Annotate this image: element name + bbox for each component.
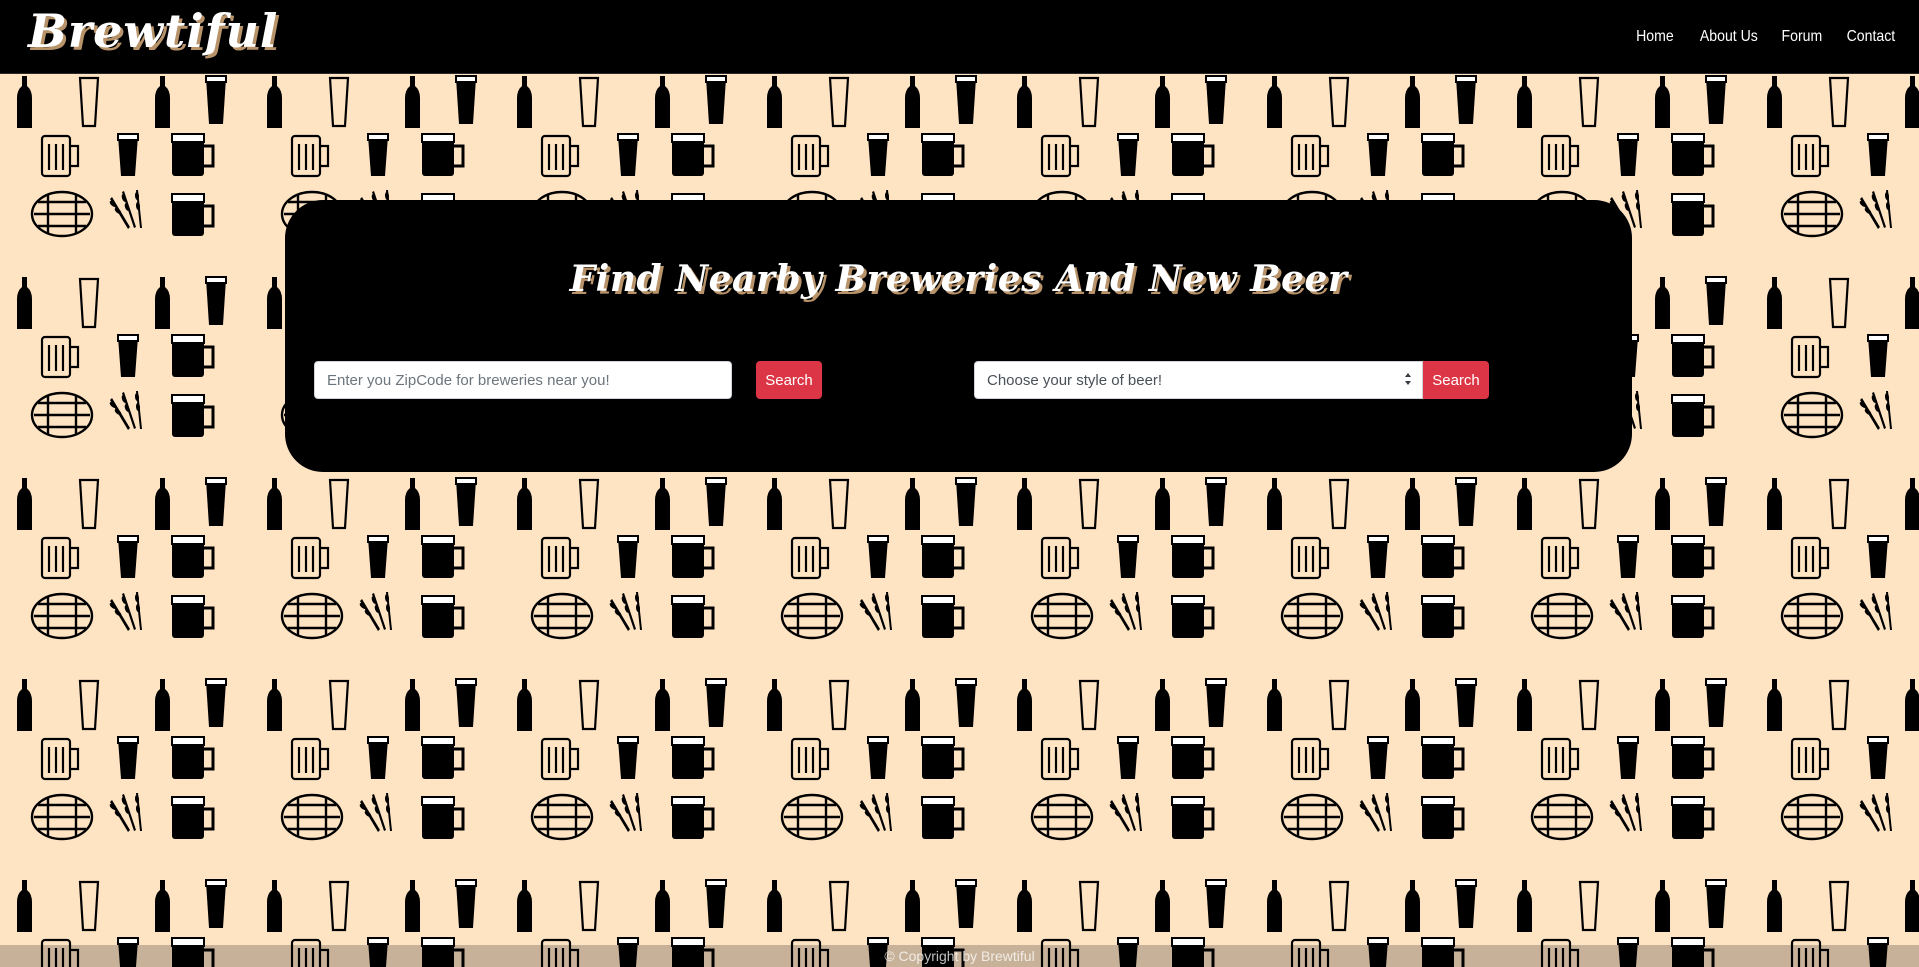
copyright-text: © Copyright by Brewtiful bbox=[884, 948, 1035, 964]
navbar: Brewtiful Home About Us Forum Contact bbox=[0, 0, 1919, 74]
brand-logo[interactable]: Brewtiful bbox=[28, 4, 278, 58]
search-card: Find Nearby Breweries And New Beer Searc… bbox=[285, 200, 1632, 472]
footer: © Copyright by Brewtiful bbox=[0, 945, 1919, 967]
zipcode-search-button[interactable]: Search bbox=[756, 361, 822, 399]
beer-style-select[interactable]: Choose your style of beer! bbox=[974, 361, 1423, 399]
nav-item-forum[interactable]: Forum bbox=[1781, 28, 1822, 46]
beer-style-selected: Choose your style of beer! bbox=[987, 371, 1163, 389]
search-title: Find Nearby Breweries And New Beer bbox=[569, 258, 1348, 300]
nav-item-home[interactable]: Home bbox=[1636, 28, 1674, 46]
nav-item-about-us[interactable]: About Us bbox=[1700, 28, 1758, 46]
select-arrows-svg bbox=[1405, 373, 1411, 385]
select-arrows-icon bbox=[1404, 372, 1412, 388]
beer-style-search-button[interactable]: Search bbox=[1423, 361, 1489, 399]
nav-item-contact[interactable]: Contact bbox=[1846, 28, 1895, 46]
nav-links: Home About Us Forum Contact bbox=[1631, 0, 1895, 74]
zipcode-input[interactable] bbox=[314, 361, 732, 399]
